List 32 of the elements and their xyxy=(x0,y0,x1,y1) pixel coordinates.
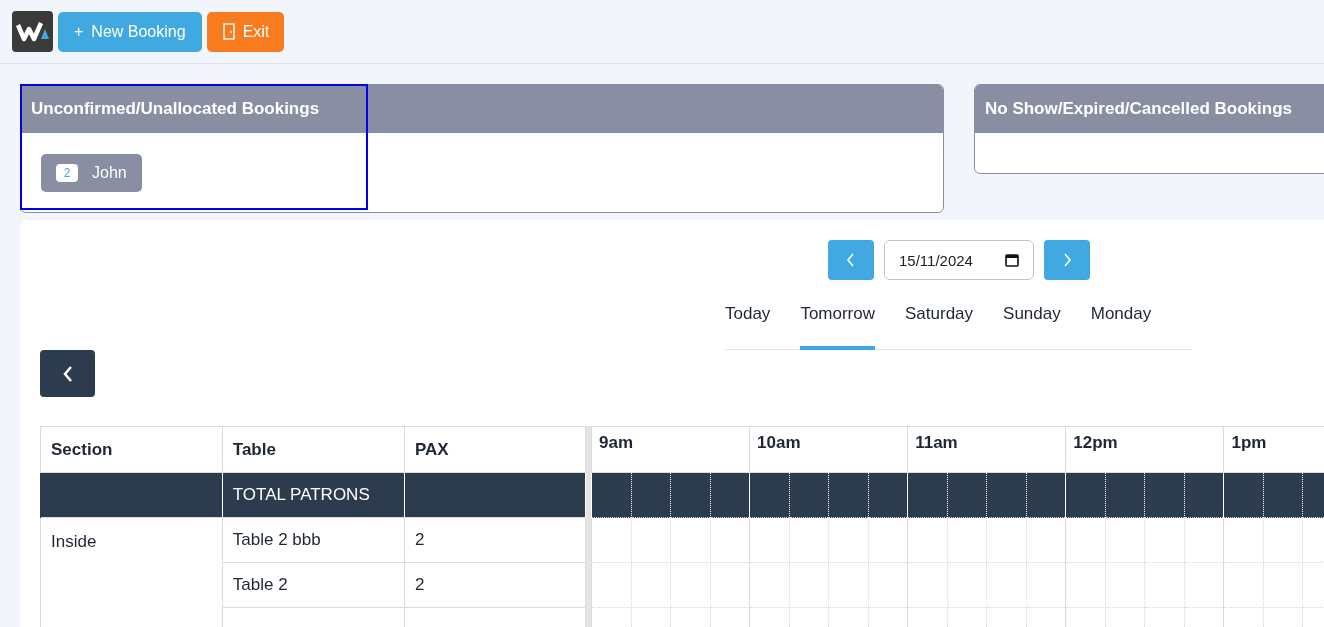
pax-cell: 2 xyxy=(404,517,586,563)
panel-header: No Show/Expired/Cancelled Bookings xyxy=(975,85,1324,133)
table-name: Table 2 bbb xyxy=(222,517,405,563)
previous-day-button[interactable] xyxy=(828,240,874,280)
next-day-button[interactable] xyxy=(1044,240,1090,280)
column-header: PAX xyxy=(404,426,586,473)
day-tab[interactable]: Tomorrow xyxy=(800,300,875,350)
hour-header: 9am xyxy=(591,426,750,473)
pax-cell: 2 xyxy=(404,562,586,608)
calendar-icon xyxy=(1005,253,1019,267)
door-icon xyxy=(222,23,235,40)
date-field[interactable]: 15/11/2024 xyxy=(884,240,1034,280)
hour-header: 1pm xyxy=(1223,426,1324,473)
day-tab[interactable]: Saturday xyxy=(905,300,974,350)
app-logo-icon xyxy=(12,11,53,52)
column-header: Section xyxy=(40,426,223,473)
total-patrons-label: TOTAL PATRONS xyxy=(222,472,405,518)
section-name: Inside xyxy=(51,532,97,551)
table-name: Table 2 xyxy=(222,562,405,608)
column-header: Table xyxy=(222,426,405,473)
chevron-right-icon xyxy=(1062,252,1072,268)
chevron-left-icon xyxy=(61,364,74,383)
hour-header: 12pm xyxy=(1065,426,1224,473)
hour-header: 10am xyxy=(749,426,908,473)
day-tab[interactable]: Today xyxy=(725,300,771,350)
panel-header: Unconfirmed/Unallocated Bookings xyxy=(21,85,943,133)
pax-count-badge: 2 xyxy=(56,164,78,182)
hour-header: 11am xyxy=(907,426,1066,473)
back-button[interactable] xyxy=(40,350,95,397)
chevron-left-icon xyxy=(846,252,856,268)
day-tab[interactable]: Monday xyxy=(1090,300,1152,350)
day-tab[interactable]: Sunday xyxy=(1003,300,1061,350)
